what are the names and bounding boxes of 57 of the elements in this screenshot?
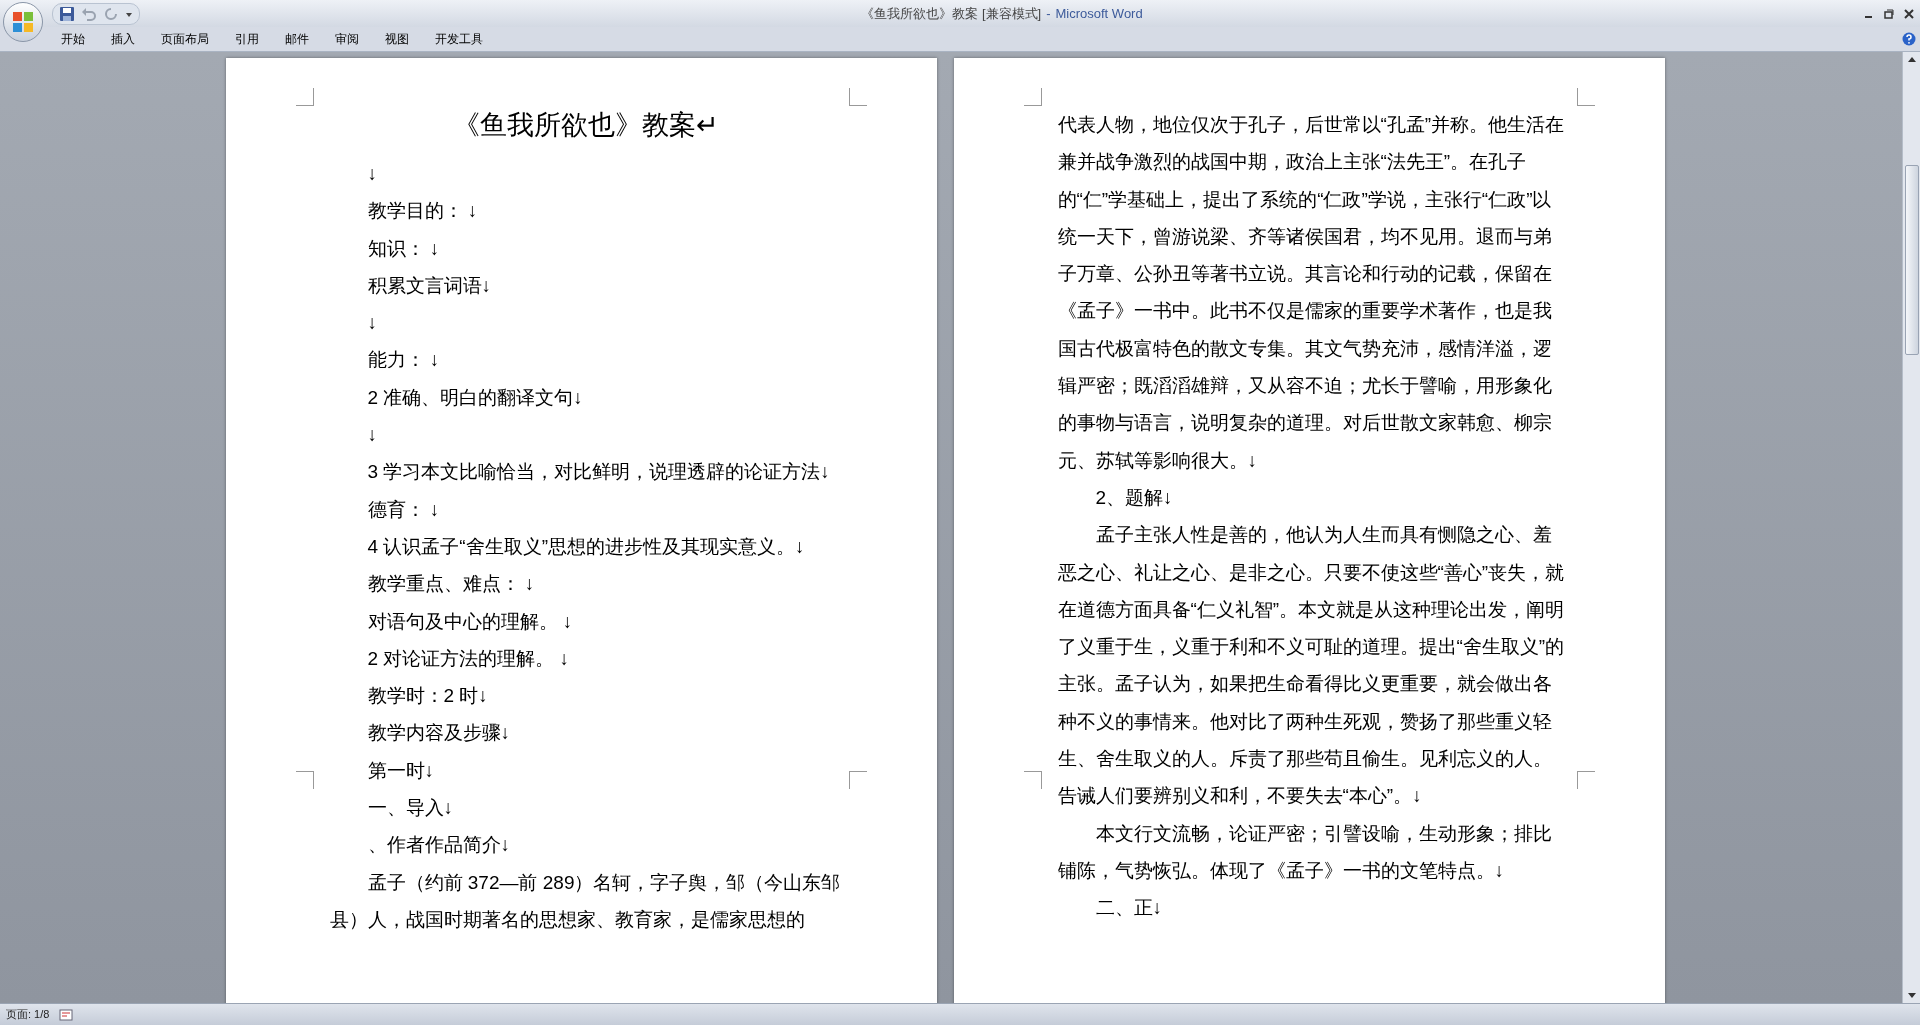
paragraph: 2 对论证方法的理解。 ↓ <box>366 646 571 671</box>
paragraph: 积累文言词语↓ <box>366 273 492 298</box>
save-icon[interactable] <box>59 5 75 22</box>
document-title: 《鱼我所欲也》教案↵ <box>452 109 719 142</box>
paragraph: 3 学习本文比喻恰当，对比鲜明，说理透辟的论证方法↓ <box>366 460 831 485</box>
paragraph: 德育： ↓ <box>366 497 441 522</box>
vertical-scrollbar[interactable] <box>1902 52 1920 1003</box>
paragraph: 教学重点、难点： ↓ <box>366 572 536 597</box>
ribbon-tab[interactable]: 审阅 <box>324 28 370 50</box>
ribbon-tab[interactable]: 引用 <box>224 28 270 50</box>
office-logo-icon <box>11 10 35 34</box>
corner-mark <box>295 771 314 789</box>
paragraph: 对语句及中心的理解。 ↓ <box>366 609 574 634</box>
corner-mark <box>1023 771 1042 789</box>
title-separator: - <box>1046 4 1051 23</box>
paragraph: 一、导入↓ <box>366 796 454 821</box>
paragraph: ↓ <box>366 311 378 336</box>
corner-mark <box>848 771 867 789</box>
corner-mark <box>848 88 867 106</box>
ribbon-tab[interactable]: 视图 <box>374 28 420 50</box>
paragraph: 二、正↓ <box>1094 896 1163 921</box>
corner-mark <box>1576 88 1595 106</box>
close-icon[interactable] <box>1904 8 1914 19</box>
scroll-down-icon[interactable] <box>1906 990 1917 1000</box>
paragraph: ↓ <box>366 423 378 448</box>
paragraph: ↓ <box>366 162 378 186</box>
scroll-thumb[interactable] <box>1904 165 1919 355</box>
paragraph: 教学时：2 时↓ <box>366 684 489 709</box>
ribbon-tab[interactable]: 开始 <box>50 28 96 50</box>
paragraph: 教学内容及步骤↓ <box>366 721 511 746</box>
ribbon-tab[interactable]: 邮件 <box>274 28 320 50</box>
corner-mark <box>1576 771 1595 789</box>
paragraph: 知识： ↓ <box>366 236 441 261</box>
restore-icon[interactable] <box>1884 8 1894 19</box>
ribbon-tab[interactable]: 页面布局 <box>150 28 220 50</box>
ribbon-tab[interactable]: 开发工具 <box>424 28 494 50</box>
paragraph: 孟子主张人性是善的，他认为人生而具有恻隐之心、羞恶之心、礼让之心、是非之心。只要不使这些“善心”丧失，就在道德方面具备“仁义礼智”。本文就是从这种理论出发，阐明了义重于生，义重于利和不义可耻的道理。提出“舍生取义”的主张。孟子认为，如果把生命看得比义更重要，就会做出各种不义的事情来。他对比了两种生死观，赞扬了那些重义轻生、舍生取义的人。斥责了那些苟且偷生。见利忘义的人。告诫人们要辨别义和利，不要失去“本心”。↓ <box>1057 523 1566 809</box>
paragraph: 能力： ↓ <box>366 348 441 373</box>
scroll-up-icon[interactable] <box>1906 55 1917 65</box>
window-title: 《鱼我所欲也》教案 [兼容模式] <box>861 4 1042 23</box>
paragraph: 4 认识孟子“舍生取义”思想的进步性及其现实意义。↓ <box>366 534 806 559</box>
proofing-icon[interactable] <box>59 1008 74 1021</box>
paragraph: 教学目的： ↓ <box>366 199 479 224</box>
app-name: Microsoft Word <box>1055 4 1143 23</box>
paragraph: 2 准确、明白的翻译文句↓ <box>366 385 584 410</box>
office-button[interactable] <box>3 2 43 42</box>
paragraph: 代表人物，地位仅次于孔子，后世常以“孔孟”并称。他生活在兼并战争激烈的战国中期，政治上主张“法先王”。在孔子的“仁”学基础上，提出了系统的“仁政”学说，主张行“仁政”以统一天下，曾游说梁、齐等诸侯国君，均不见用。退而与弟子万章、公孙丑等著书立说。其言论和行动的记载，保留在《孟子》一书中。此书不仅是儒家的重要学术著作，也是我国古代极富特色的散文专集。其文气势充沛，感情洋溢，逻辑严密；既滔滔雄辩，又从容不迫；尤长于譬喻，用形象化的事物与语言，说明复杂的道理。对后世散文家韩愈、柳宗元、苏轼等影响很大。↓ <box>1057 113 1566 473</box>
paragraph: 、作者作品简介↓ <box>366 833 511 858</box>
paragraph: 本文行文流畅，论证严密；引譬设喻，生动形象；排比铺陈，气势恢弘。体现了《孟子》一书的文笔特点。↓ <box>1057 821 1553 883</box>
ribbon-tab[interactable]: 插入 <box>100 28 146 50</box>
help-icon[interactable] <box>1902 32 1916 46</box>
paragraph: 第一时↓ <box>366 758 435 783</box>
page-count[interactable]: 页面: 1/8 <box>6 1006 50 1023</box>
corner-mark <box>1023 88 1042 106</box>
paragraph: 2、题解↓ <box>1094 485 1174 510</box>
corner-mark <box>295 88 314 106</box>
paragraph: 孟子（约前 372—前 289）名轲，字子舆，邹（今山东邹县）人，战国时期著名的思想家、教育家，是儒家思想的 <box>329 870 842 932</box>
